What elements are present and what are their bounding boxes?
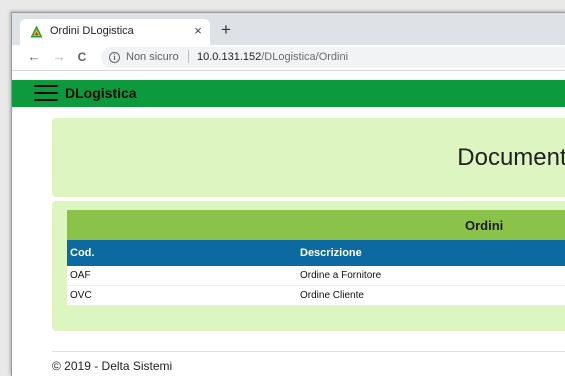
- footer-divider: [52, 351, 565, 352]
- url-text: 10.0.131.152/DLogistica/Ordini: [197, 51, 348, 63]
- page-header-panel: Documenti: [52, 118, 565, 197]
- new-tab-button[interactable]: +: [217, 21, 235, 39]
- url-path: /DLogistica/Ordini: [261, 51, 349, 63]
- cell-code: OAF: [70, 270, 91, 281]
- orders-panel: Ordini Cod. Descrizione OAF Ordine a For…: [52, 201, 565, 331]
- browser-window: Ordini DLogistica × + ← → C i Non sicuro…: [11, 12, 565, 376]
- cell-code: OVC: [70, 290, 92, 301]
- page-title: Documenti: [457, 144, 565, 171]
- cell-description: Ordine a Fornitore: [300, 270, 382, 281]
- browser-tab[interactable]: Ordini DLogistica ×: [20, 19, 210, 45]
- address-toolbar: ← → C i Non sicuro 10.0.131.152/DLogisti…: [12, 45, 565, 71]
- info-icon[interactable]: i: [109, 52, 120, 63]
- reload-icon[interactable]: C: [74, 50, 90, 64]
- table-row[interactable]: OAF Ordine a Fornitore: [67, 266, 565, 286]
- orders-table: Ordini Cod. Descrizione OAF Ordine a For…: [67, 210, 565, 306]
- url-divider: [188, 50, 189, 63]
- column-header-description: Descrizione: [300, 247, 362, 259]
- forward-arrow-icon[interactable]: →: [51, 49, 67, 64]
- hamburger-menu-icon[interactable]: [34, 85, 58, 102]
- app-navbar: DLogistica: [12, 80, 565, 107]
- url-host: 10.0.131.152: [197, 51, 262, 63]
- tab-strip: Ordini DLogistica × +: [12, 13, 565, 45]
- address-bar[interactable]: i Non sicuro 10.0.131.152/DLogistica/Ord…: [101, 47, 565, 68]
- back-arrow-icon[interactable]: ←: [26, 49, 42, 64]
- tab-title: Ordini DLogistica: [50, 25, 134, 37]
- security-label: Non sicuro: [126, 51, 179, 63]
- table-header: Cod. Descrizione: [67, 240, 565, 266]
- tab-close-icon[interactable]: ×: [191, 23, 205, 39]
- table-caption: Ordini: [67, 210, 565, 240]
- table-row[interactable]: OVC Ordine Cliente: [67, 286, 565, 306]
- footer-text: © 2019 - Delta Sistemi: [52, 359, 173, 373]
- column-header-code: Cod.: [70, 247, 95, 259]
- table-caption-text: Ordini: [465, 218, 504, 233]
- brand-link[interactable]: DLogistica: [65, 85, 137, 101]
- cell-description: Ordine Cliente: [300, 290, 364, 301]
- app-favicon-icon: [30, 25, 43, 38]
